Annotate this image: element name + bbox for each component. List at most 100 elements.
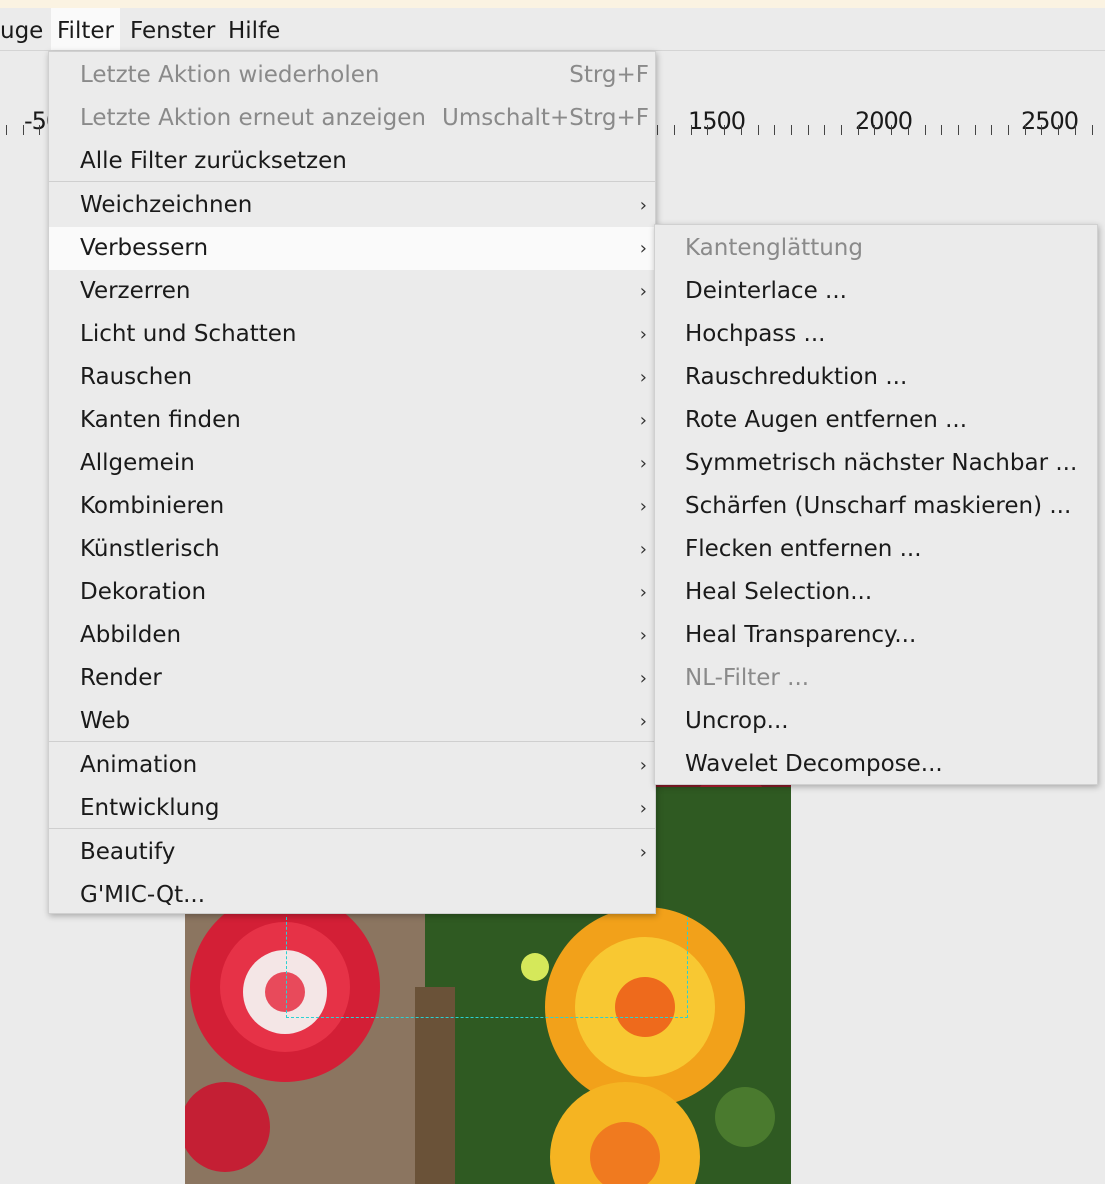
submenu-item-unsharp-mask[interactable]: Schärfen (Unscharf maskieren) ... <box>655 485 1097 528</box>
menu-item-label: Animation <box>80 752 198 778</box>
menu-item-gmic-qt[interactable]: G'MIC-Qt... <box>49 874 655 917</box>
submenu-item-heal-transparency[interactable]: Heal Transparency... <box>655 614 1097 657</box>
submenu-item-heal-selection[interactable]: Heal Selection... <box>655 571 1097 614</box>
menu-item-repeat-last[interactable]: Letzte Aktion wiederholen Strg+F <box>49 54 655 97</box>
ruler-tick <box>958 125 959 135</box>
menu-item-kombinieren[interactable]: Kombinieren › <box>49 485 655 528</box>
menu-item-label: Kantenglättung <box>685 235 863 261</box>
menu-item-label: Deinterlace ... <box>685 278 847 304</box>
submenu-item-symmetric-nearest[interactable]: Symmetrisch nächster Nachbar ... <box>655 442 1097 485</box>
menu-item-label: Letzte Aktion wiederholen <box>80 62 380 88</box>
submenu-item-rauschreduktion[interactable]: Rauschreduktion ... <box>655 356 1097 399</box>
menu-item-licht-und-schatten[interactable]: Licht und Schatten › <box>49 313 655 356</box>
chevron-right-icon: › <box>639 453 647 474</box>
submenu-item-hochpass[interactable]: Hochpass ... <box>655 313 1097 356</box>
ruler-tick <box>39 125 40 135</box>
chevron-right-icon: › <box>639 410 647 431</box>
menu-item-label: Heal Selection... <box>685 579 873 605</box>
ruler-tick <box>758 125 759 135</box>
menu-item-label: Letzte Aktion erneut anzeigen <box>80 105 426 131</box>
menu-item-label: Symmetrisch nächster Nachbar ... <box>685 450 1078 476</box>
menu-fenster[interactable]: Fenster <box>124 8 221 50</box>
menu-item-allgemein[interactable]: Allgemein › <box>49 442 655 485</box>
ruler-label: 2000 <box>855 107 913 135</box>
ruler-tick <box>1025 125 1026 135</box>
menu-item-label: G'MIC-Qt... <box>80 882 206 908</box>
ruler-tick <box>991 125 992 135</box>
menu-item-label: Rote Augen entfernen ... <box>685 407 968 433</box>
filter-menu-dropdown: Letzte Aktion wiederholen Strg+F Letzte … <box>48 51 656 914</box>
menu-item-label: Dekoration <box>80 579 207 605</box>
chevron-right-icon: › <box>639 668 647 689</box>
ruler-tick <box>23 125 24 135</box>
menu-item-abbilden[interactable]: Abbilden › <box>49 614 655 657</box>
submenu-item-deinterlace[interactable]: Deinterlace ... <box>655 270 1097 313</box>
ruler-tick <box>1075 125 1076 135</box>
menu-filter[interactable]: Filter <box>51 8 120 50</box>
menu-item-label: Wavelet Decompose... <box>685 751 943 777</box>
chevron-right-icon: › <box>639 755 647 776</box>
ruler-tick <box>791 125 792 135</box>
menu-item-label: Entwicklung <box>80 795 220 821</box>
menu-item-rauschen[interactable]: Rauschen › <box>49 356 655 399</box>
ruler-tick <box>1041 125 1042 135</box>
menubar: uge Filter Fenster Hilfe <box>0 8 1105 51</box>
menu-item-reshow-last[interactable]: Letzte Aktion erneut anzeigen Umschalt+S… <box>49 97 655 140</box>
window-title-strip <box>0 0 1105 8</box>
menu-item-entwicklung[interactable]: Entwicklung › <box>49 787 655 830</box>
menu-item-label: Schärfen (Unscharf maskieren) ... <box>685 493 1072 519</box>
menu-item-label: Render <box>80 665 162 691</box>
menu-separator <box>49 828 655 829</box>
ruler-tick <box>741 125 742 135</box>
chevron-right-icon: › <box>639 582 647 603</box>
ruler-tick <box>1008 125 1009 135</box>
menu-item-reset-all-filters[interactable]: Alle Filter zurücksetzen <box>49 140 655 183</box>
menu-item-kuenstlerisch[interactable]: Künstlerisch › <box>49 528 655 571</box>
chevron-right-icon: › <box>639 539 647 560</box>
chevron-right-icon: › <box>639 496 647 517</box>
submenu-item-uncrop[interactable]: Uncrop... <box>655 700 1097 743</box>
submenu-item-antialias[interactable]: Kantenglättung <box>655 227 1097 270</box>
ruler-tick <box>941 125 942 135</box>
menu-item-label: Hochpass ... <box>685 321 826 347</box>
chevron-right-icon: › <box>639 798 647 819</box>
menu-item-label: Abbilden <box>80 622 182 648</box>
menu-item-label: Weichzeichnen <box>80 192 253 218</box>
menu-item-beautify[interactable]: Beautify › <box>49 831 655 874</box>
enhance-submenu: Kantenglättung Deinterlace ... Hochpass … <box>654 224 1098 785</box>
menu-item-verbessern[interactable]: Verbessern › <box>49 227 655 270</box>
ruler-tick <box>1058 125 1059 135</box>
menu-item-label: Heal Transparency... <box>685 622 917 648</box>
ruler-tick <box>657 125 658 135</box>
ruler-tick <box>674 125 675 135</box>
menu-item-animation[interactable]: Animation › <box>49 744 655 787</box>
menu-item-kanten-finden[interactable]: Kanten finden › <box>49 399 655 442</box>
menu-item-label: Künstlerisch <box>80 536 220 562</box>
menu-item-label: Beautify <box>80 839 176 865</box>
ruler-tick <box>1092 125 1093 135</box>
ruler-tick <box>6 125 7 135</box>
menu-item-verzerren[interactable]: Verzerren › <box>49 270 655 313</box>
submenu-item-nl-filter[interactable]: NL-Filter ... <box>655 657 1097 700</box>
menu-item-label: Kanten finden <box>80 407 241 433</box>
menu-item-web[interactable]: Web › <box>49 700 655 743</box>
ruler-tick <box>824 125 825 135</box>
menu-item-label: NL-Filter ... <box>685 665 810 691</box>
submenu-item-wavelet-decompose[interactable]: Wavelet Decompose... <box>655 743 1097 786</box>
menu-item-label: Kombinieren <box>80 493 225 519</box>
submenu-item-rote-augen[interactable]: Rote Augen entfernen ... <box>655 399 1097 442</box>
menu-separator <box>49 181 655 182</box>
ruler-tick <box>874 125 875 135</box>
ruler-tick <box>925 125 926 135</box>
menu-hilfe[interactable]: Hilfe <box>222 8 286 50</box>
ruler-label: 1500 <box>688 107 746 135</box>
ruler-tick <box>975 125 976 135</box>
menu-item-label: Verzerren <box>80 278 191 304</box>
menu-item-dekoration[interactable]: Dekoration › <box>49 571 655 614</box>
menu-item-weichzeichnen[interactable]: Weichzeichnen › <box>49 184 655 227</box>
menu-item-render[interactable]: Render › <box>49 657 655 700</box>
chevron-right-icon: › <box>639 238 647 259</box>
menu-werkzeuge[interactable]: uge <box>0 8 49 50</box>
submenu-item-despeckle[interactable]: Flecken entfernen ... <box>655 528 1097 571</box>
chevron-right-icon: › <box>639 711 647 732</box>
